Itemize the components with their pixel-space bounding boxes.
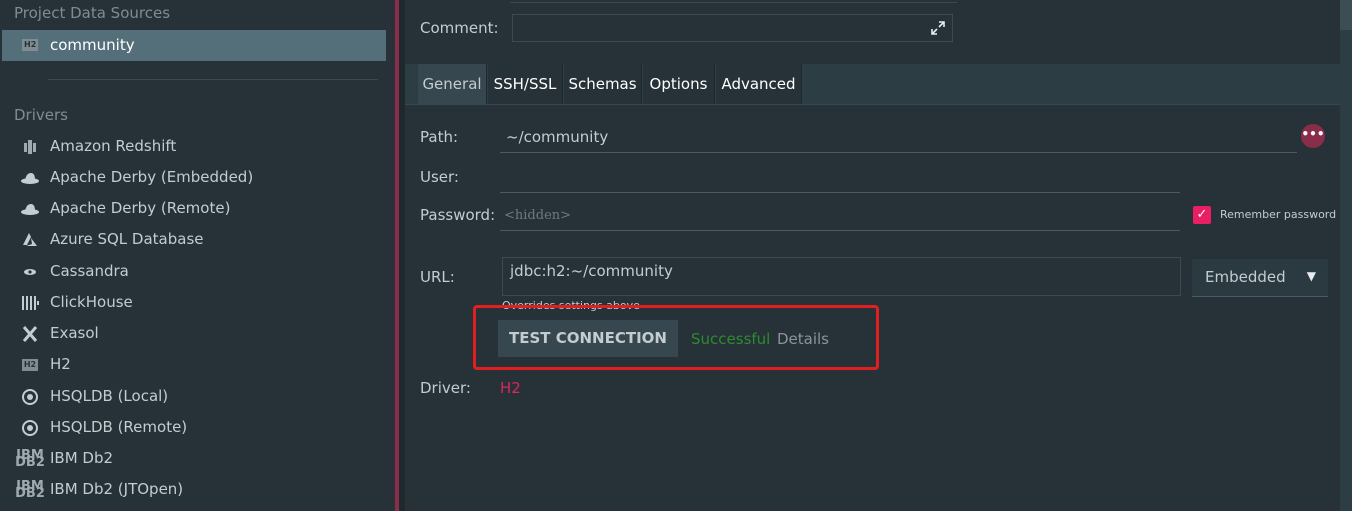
path-input[interactable]: ~/community	[506, 128, 608, 146]
driver-label: Apache Derby (Embedded)	[50, 168, 254, 186]
driver-item-hsqldb-remote[interactable]: HSQLDB (Remote)	[0, 412, 390, 443]
driver-label: HSQLDB (Local)	[50, 387, 169, 405]
data-sources-panel: Project Data Sources H2 community Driver…	[0, 0, 395, 511]
clickhouse-bars-icon	[20, 294, 40, 312]
azure-icon	[20, 231, 40, 249]
tab-advanced[interactable]: Advanced	[716, 64, 802, 104]
ibm-db2-icon: IBM DB2	[15, 448, 45, 470]
driver-item-clickhouse[interactable]: ClickHouse	[0, 287, 390, 318]
exasol-x-icon	[20, 325, 40, 343]
h2-badge-text: H2	[21, 359, 39, 371]
expand-icon[interactable]	[930, 20, 946, 40]
user-label: User:	[420, 168, 459, 186]
password-input[interactable]: <hidden>	[504, 208, 571, 223]
driver-label: Exasol	[50, 324, 99, 342]
tab-options[interactable]: Options	[643, 64, 715, 104]
project-data-sources-title: Project Data Sources	[14, 4, 171, 22]
tab-ssh-ssl[interactable]: SSH/SSL	[488, 64, 563, 104]
drivers-title: Drivers	[14, 106, 68, 124]
data-source-label: community	[50, 36, 135, 54]
path-underline	[500, 152, 1297, 153]
hsqldb-icon	[20, 388, 40, 406]
driver-label: Driver:	[420, 379, 471, 397]
highlight-annotation-box	[473, 305, 879, 370]
h2-badge-icon: H2	[22, 39, 39, 51]
separator	[48, 79, 378, 80]
scrollbar-thumb[interactable]	[1340, 0, 1352, 30]
driver-item-amazon-redshift[interactable]: Amazon Redshift	[0, 131, 390, 162]
driver-item-apache-derby-remote[interactable]: Apache Derby (Remote)	[0, 193, 390, 224]
url-value: jdbc:h2:~/community	[510, 262, 673, 280]
hsqldb-icon	[20, 419, 40, 437]
driver-item-ibm-db2-jtopen[interactable]: IBM DB2 IBM Db2 (JTOpen)	[0, 474, 390, 505]
scrollbar-track[interactable]	[1340, 30, 1352, 511]
redshift-icon	[20, 138, 40, 156]
derby-hat-icon	[20, 169, 40, 187]
path-label: Path:	[420, 128, 459, 146]
driver-label: Amazon Redshift	[50, 137, 177, 155]
data-source-item-community[interactable]: H2 community	[2, 30, 386, 61]
driver-item-ibm-db2[interactable]: IBM DB2 IBM Db2	[0, 443, 390, 474]
url-input[interactable]: jdbc:h2:~/community	[502, 257, 1181, 296]
driver-label: IBM Db2 (JTOpen)	[50, 480, 184, 498]
ibm-db2-icon: IBM DB2	[15, 479, 45, 501]
dropdown-arrow-icon: ▼	[1306, 269, 1316, 283]
driver-item-apache-derby-embedded[interactable]: Apache Derby (Embedded)	[0, 162, 390, 193]
driver-item-exasol[interactable]: Exasol	[0, 318, 390, 349]
password-label: Password:	[420, 206, 496, 224]
connection-settings-panel: Comment: General SSH/SSL Schemas Options…	[405, 0, 1352, 511]
user-underline	[500, 192, 1180, 193]
driver-label: Apache Derby (Remote)	[50, 199, 231, 217]
comment-label: Comment:	[420, 19, 499, 37]
tab-schemas[interactable]: Schemas	[564, 64, 642, 104]
driver-label: ClickHouse	[50, 293, 133, 311]
cassandra-eye-icon	[20, 263, 40, 281]
tabs-underline	[405, 104, 1340, 105]
comment-field[interactable]	[512, 14, 953, 42]
password-underline	[500, 230, 1180, 231]
driver-item-hsqldb-local[interactable]: HSQLDB (Local)	[0, 381, 390, 412]
driver-label: Cassandra	[50, 262, 129, 280]
url-mode-select[interactable]: Embedded ▼	[1192, 259, 1328, 297]
driver-item-h2[interactable]: H2 H2	[0, 349, 390, 380]
h2-badge-icon: H2	[20, 356, 40, 374]
url-mode-value: Embedded	[1205, 268, 1286, 286]
user-input[interactable]	[506, 168, 1176, 188]
driver-link[interactable]: H2	[500, 379, 521, 397]
driver-item-cassandra[interactable]: Cassandra	[0, 256, 390, 287]
driver-label: H2	[50, 355, 71, 373]
driver-label: IBM Db2	[50, 449, 114, 467]
more-options-button[interactable]: •••	[1301, 124, 1325, 148]
url-label: URL:	[420, 268, 455, 286]
driver-label: Azure SQL Database	[50, 230, 204, 248]
remember-password-label: Remember password	[1220, 208, 1337, 221]
derby-hat-icon	[20, 200, 40, 218]
driver-item-azure-sql-database[interactable]: Azure SQL Database	[0, 224, 390, 255]
tab-general[interactable]: General	[418, 64, 487, 104]
name-field-underline	[510, 2, 957, 3]
driver-label: HSQLDB (Remote)	[50, 418, 188, 436]
remember-password-checkbox[interactable]: ✓	[1193, 206, 1211, 224]
